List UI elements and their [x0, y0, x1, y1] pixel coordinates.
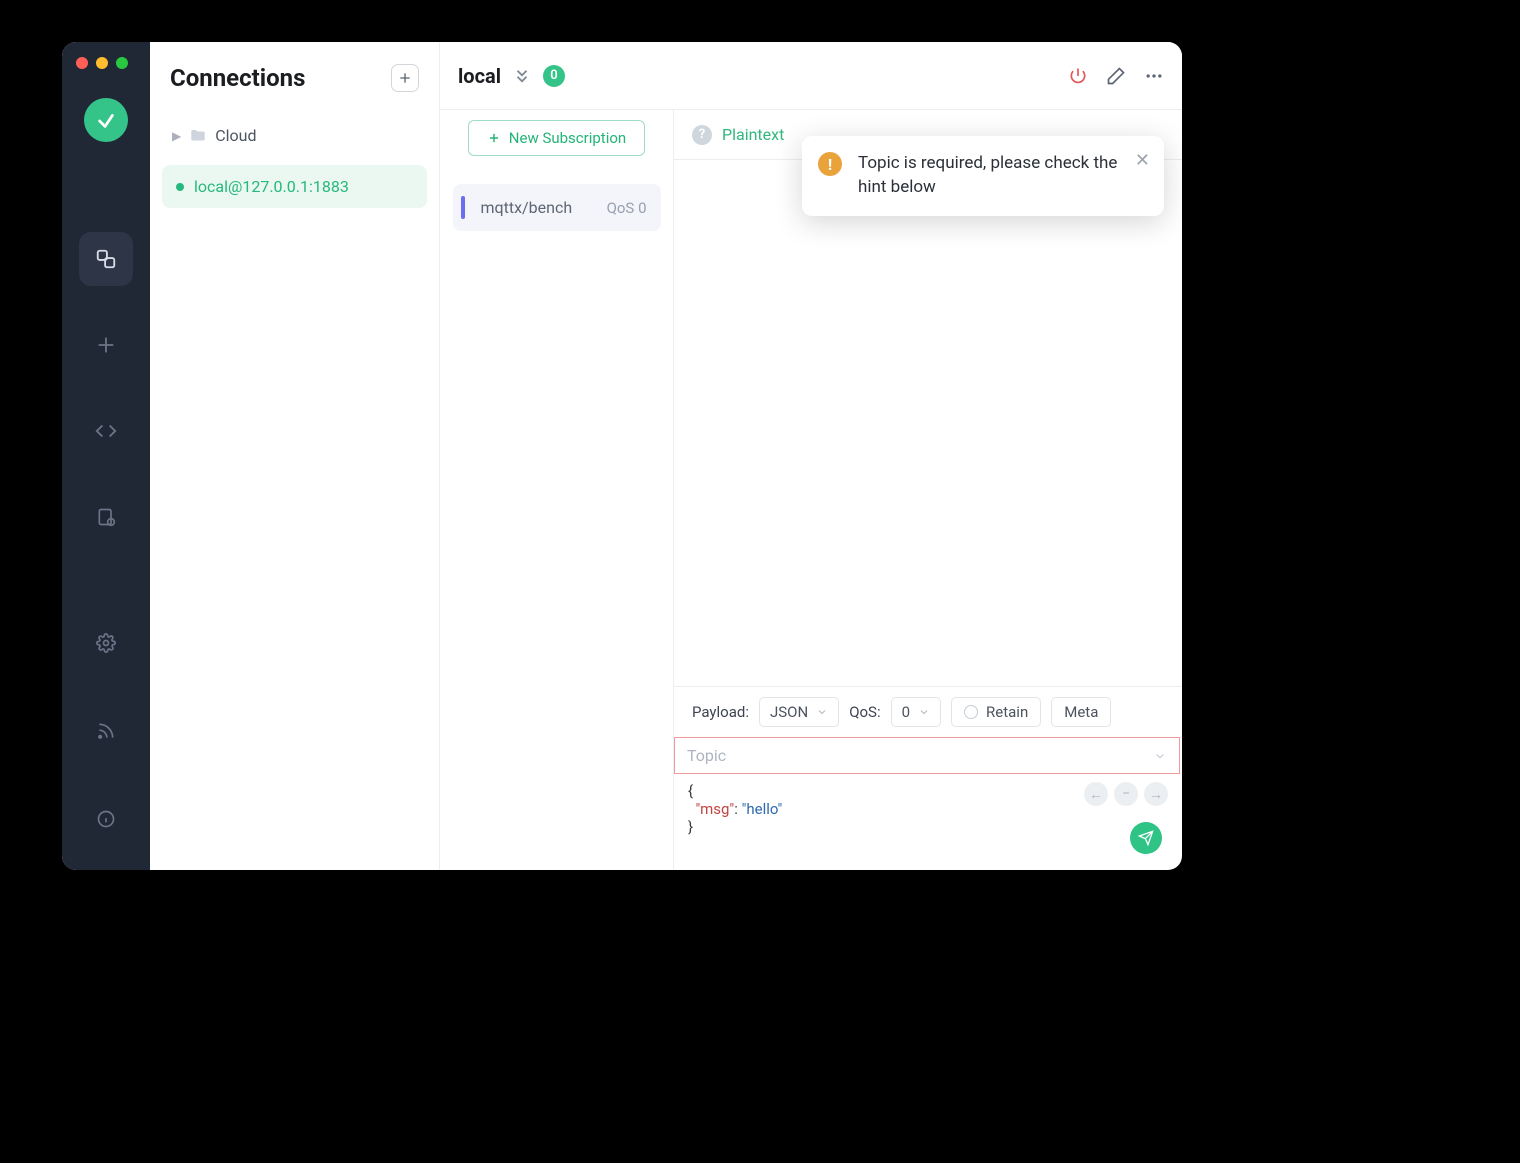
- warning-toast: ! ✕ Topic is required, please check the …: [802, 136, 1164, 216]
- folder-item[interactable]: ▶ Cloud: [162, 116, 427, 155]
- meta-button[interactable]: Meta: [1051, 697, 1111, 727]
- message-area: [674, 160, 1182, 686]
- warning-icon: !: [818, 152, 842, 176]
- payload-format-label[interactable]: Plaintext: [722, 125, 784, 144]
- connection-item[interactable]: local@127.0.0.1:1883: [162, 165, 427, 208]
- payload-type-select[interactable]: JSON: [759, 697, 839, 727]
- qos-select[interactable]: 0: [891, 697, 941, 727]
- retain-label: Retain: [986, 703, 1028, 721]
- connection-name: local: [458, 64, 501, 88]
- chevron-down-icon: [816, 706, 828, 718]
- history-controls: ← − →: [1084, 782, 1168, 806]
- subscription-qos: QoS 0: [607, 199, 647, 217]
- chevron-down-icon: [918, 706, 930, 718]
- nav-script-icon[interactable]: [79, 404, 133, 458]
- nav-new-icon[interactable]: [79, 318, 133, 372]
- app-window: Connections ▶ Cloud local@127.0.0.1:1883: [62, 42, 1182, 870]
- disconnect-button[interactable]: [1068, 66, 1088, 86]
- messages-panel: ? Plaintext Payload: JSON QoS: 0: [674, 110, 1182, 870]
- history-prev-button[interactable]: ←: [1084, 782, 1108, 806]
- meta-label: Meta: [1064, 703, 1098, 721]
- window-controls: [76, 57, 128, 69]
- connection-label: local@127.0.0.1:1883: [194, 177, 349, 196]
- main-header: local 0: [440, 42, 1182, 110]
- toast-message: Topic is required, please check the hint…: [858, 152, 1124, 200]
- caret-right-icon: ▶: [172, 129, 181, 143]
- qos-label: QoS:: [849, 703, 880, 721]
- toast-close-button[interactable]: ✕: [1135, 150, 1150, 171]
- publish-bar: Payload: JSON QoS: 0 Retain: [674, 686, 1182, 737]
- topic-placeholder: Topic: [687, 746, 726, 765]
- more-button[interactable]: [1144, 66, 1164, 86]
- folder-icon: [189, 127, 207, 145]
- payload-label: Payload:: [692, 703, 749, 721]
- qos-value: 0: [902, 703, 910, 721]
- new-subscription-button[interactable]: New Subscription: [468, 120, 645, 156]
- nav-sidebar: [62, 42, 150, 870]
- nav-feed-icon[interactable]: [79, 704, 133, 758]
- subscription-color-bar: [461, 196, 465, 219]
- folder-label: Cloud: [215, 126, 256, 145]
- maximize-window-button[interactable]: [116, 57, 128, 69]
- new-subscription-label: New Subscription: [509, 129, 626, 147]
- subscription-item[interactable]: mqttx/bench QoS 0: [453, 184, 661, 231]
- connections-panel: Connections ▶ Cloud local@127.0.0.1:1883: [150, 42, 440, 870]
- add-connection-button[interactable]: [391, 64, 419, 92]
- edit-button[interactable]: [1106, 66, 1126, 86]
- subscriptions-panel: New Subscription mqttx/bench QoS 0: [440, 42, 674, 870]
- collapse-button[interactable]: [513, 67, 531, 85]
- close-window-button[interactable]: [76, 57, 88, 69]
- nav-info-icon[interactable]: [79, 792, 133, 846]
- chevron-down-icon: [1153, 749, 1167, 763]
- topic-input[interactable]: Topic: [674, 737, 1180, 774]
- nav-settings-icon[interactable]: [79, 616, 133, 670]
- radio-icon: [964, 705, 978, 719]
- help-icon[interactable]: ?: [692, 125, 712, 145]
- status-dot-icon: [176, 183, 184, 191]
- nav-connections-icon[interactable]: [79, 232, 133, 286]
- history-clear-button[interactable]: −: [1114, 782, 1138, 806]
- nav-log-icon[interactable]: [79, 490, 133, 544]
- app-logo: [84, 98, 128, 142]
- payload-line: }: [688, 818, 1168, 836]
- connections-title: Connections: [170, 64, 305, 92]
- retain-checkbox[interactable]: Retain: [951, 697, 1041, 727]
- message-count-badge: 0: [543, 65, 565, 87]
- minimize-window-button[interactable]: [96, 57, 108, 69]
- history-next-button[interactable]: →: [1144, 782, 1168, 806]
- payload-type-value: JSON: [770, 703, 808, 721]
- payload-editor[interactable]: { "msg": "hello" } ← − →: [674, 774, 1182, 870]
- subscription-topic: mqttx/bench: [481, 198, 573, 217]
- send-button[interactable]: [1130, 822, 1162, 854]
